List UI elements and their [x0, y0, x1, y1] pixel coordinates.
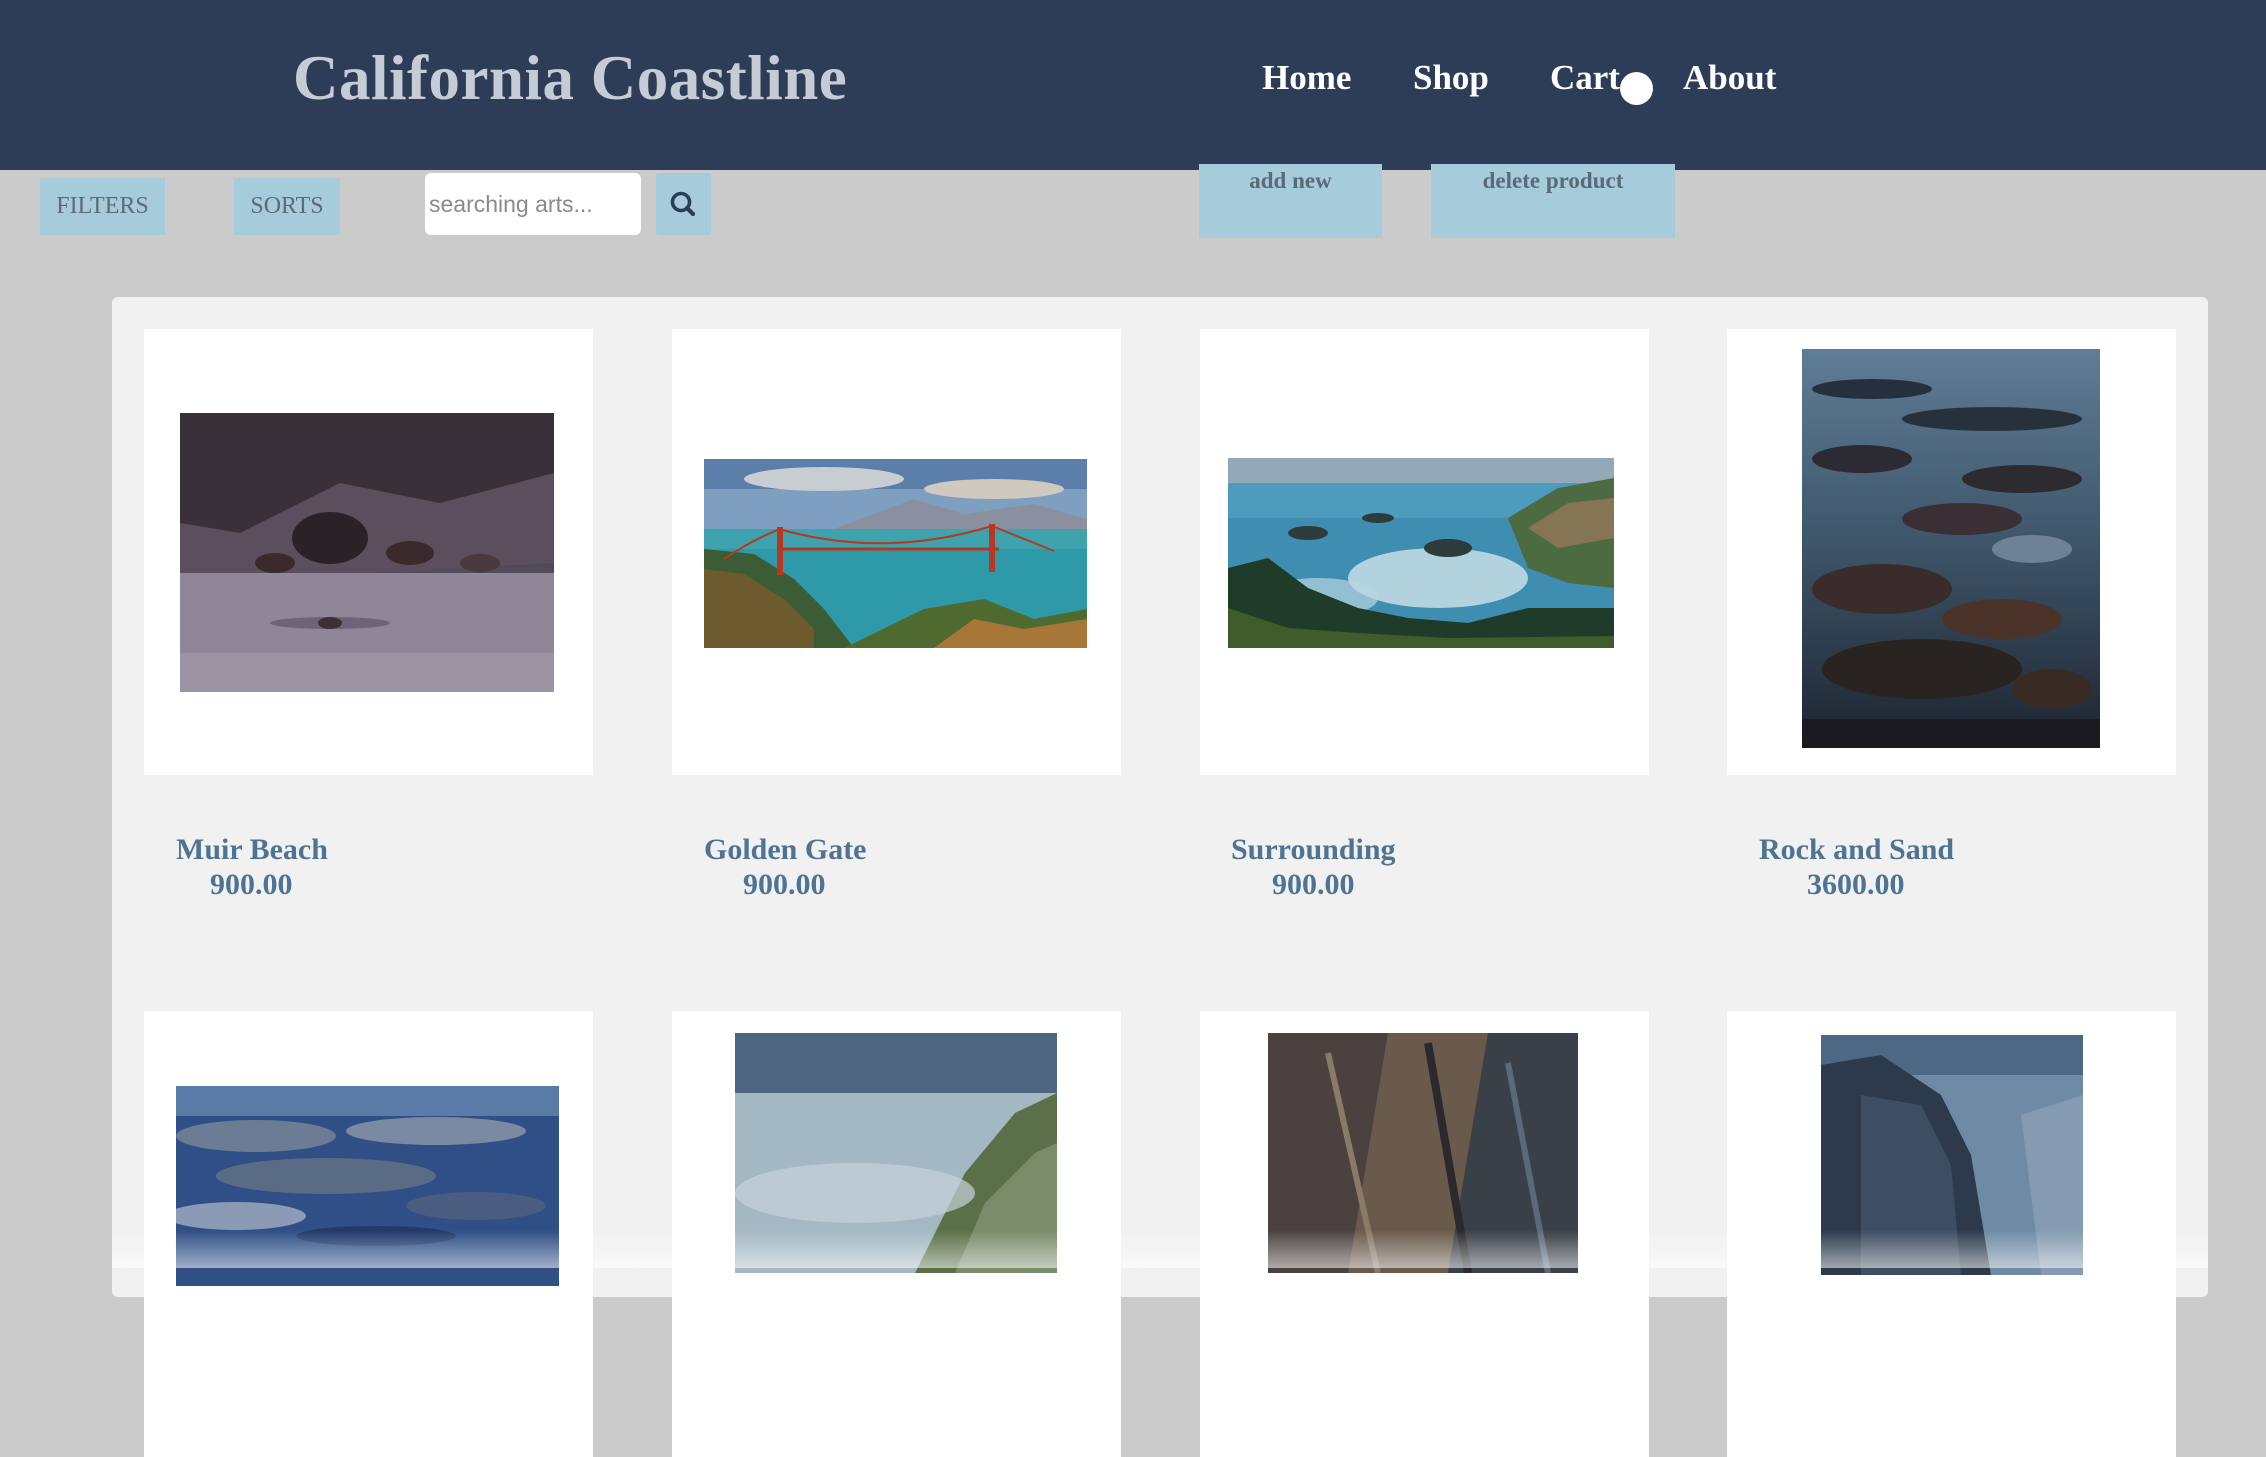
product-image[interactable] — [176, 1086, 559, 1286]
product-card-surrounding[interactable] — [1200, 329, 1649, 775]
product-price: 900.00 — [743, 868, 826, 901]
product-name[interactable]: Surrounding — [1231, 833, 1396, 867]
product-card[interactable] — [1727, 1011, 2176, 1457]
search-input[interactable] — [425, 173, 641, 235]
add-new-button[interactable]: add new — [1199, 164, 1382, 238]
product-name[interactable]: Rock and Sand — [1759, 833, 1954, 867]
sorts-button[interactable]: SORTS — [234, 178, 340, 235]
nav-cart[interactable]: Cart — [1550, 58, 1620, 98]
product-card[interactable] — [1200, 1011, 1649, 1457]
product-card[interactable] — [672, 1011, 1121, 1457]
nav-home[interactable]: Home — [1262, 58, 1351, 98]
filters-button[interactable]: FILTERS — [40, 178, 165, 235]
product-card-rock-and-sand[interactable] — [1727, 329, 2176, 775]
product-image-muir-beach[interactable] — [180, 413, 554, 692]
product-price: 3600.00 — [1807, 868, 1905, 901]
site-header: California Coastline Home Shop Cart Abou… — [0, 0, 2266, 170]
site-title[interactable]: California Coastline — [293, 42, 847, 115]
product-card-muir-beach[interactable] — [144, 329, 593, 775]
search-button[interactable] — [656, 173, 711, 235]
product-price: 900.00 — [210, 868, 293, 901]
product-card-golden-gate[interactable] — [672, 329, 1121, 775]
product-image[interactable] — [1821, 1035, 2083, 1275]
nav-about[interactable]: About — [1683, 58, 1776, 98]
search-icon — [670, 191, 696, 217]
product-image-rock-and-sand[interactable] — [1802, 349, 2100, 748]
cart-indicator-dot — [1620, 72, 1653, 105]
product-image[interactable] — [1268, 1033, 1578, 1273]
product-name[interactable]: Muir Beach — [176, 833, 328, 867]
product-image-golden-gate[interactable] — [704, 459, 1087, 648]
product-price: 900.00 — [1272, 868, 1355, 901]
delete-product-button[interactable]: delete product — [1431, 164, 1675, 238]
product-image[interactable] — [735, 1033, 1057, 1273]
product-image-surrounding[interactable] — [1228, 458, 1614, 648]
nav-shop[interactable]: Shop — [1413, 58, 1489, 98]
product-name[interactable]: Golden Gate — [704, 833, 867, 867]
product-card[interactable] — [144, 1011, 593, 1457]
